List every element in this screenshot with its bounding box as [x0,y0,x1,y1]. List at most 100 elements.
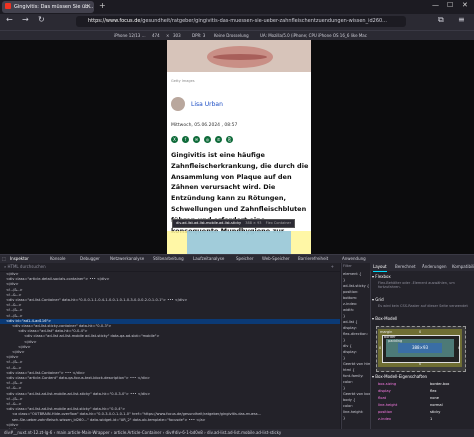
rules-filter[interactable]: Filter [343,264,352,270]
html-search-input[interactable]: ⌕ HTML durchsuchen + [0,263,340,271]
props-title: Box-Modell-Eigenschaften [375,374,428,379]
reload-icon[interactable]: ↻ [38,15,45,24]
tab-title: Gingivitis: Das müssen Sie üb… [14,4,94,10]
url-bar[interactable]: https://www.focus.de/gesundheit/ratgeber… [76,16,406,27]
box-prop-name: display [378,389,391,393]
markup-view: </div> <div class="article-detail-socials… [0,272,340,429]
extensions-icon[interactable]: ⧉ [438,15,444,25]
box-model-content[interactable]: 388×93 [398,343,442,353]
menu-icon[interactable]: ≡ [458,15,465,24]
throttle-selector[interactable]: Keine Drosselung [214,31,249,40]
share-x-icon[interactable]: X [171,136,178,143]
rule-line[interactable]: display: [343,350,357,356]
rule-line[interactable]: color: [343,404,353,410]
url-host: https://www.focus.de [88,18,141,24]
tab-computed[interactable]: Berechnet [395,263,416,271]
rule-line[interactable]: Geerbt von body [343,392,370,398]
tab-changes[interactable]: Änderungen [422,263,447,271]
margin-top-value[interactable]: 0 [419,330,421,334]
rule-line[interactable]: color: [343,380,353,386]
element-tooltip: div.ad-list.ad-list-mobile.ad-list-stick… [172,219,296,228]
new-tab-button[interactable]: + [99,1,106,10]
tab-strip: Gingivitis: Das müssen Sie üb… ✕ + — ☐ ✕ [0,0,474,14]
share-facebook-icon[interactable]: f [182,136,189,143]
tab-network[interactable]: Netzwerkanalyse [110,255,144,263]
box-prop-value: sticky [430,410,441,414]
boxmodel-title: Box-Modell [375,316,398,321]
user-agent-field[interactable]: UA: Mozilla/5.0 (iPhone; CPU iPhone OS 1… [260,31,367,40]
rule-line[interactable]: html { [343,368,355,374]
tab-layout[interactable]: Layout [373,263,387,272]
box-prop-value: flex [430,389,437,393]
grid-desc: Es wird kein CSS-Raster auf dieser Seite… [378,304,468,308]
boxmodel-section-title[interactable]: ▾ Box-Modell [372,316,397,321]
rule-line[interactable]: display: [343,326,357,332]
flexbox-section-title[interactable]: ▾ Flexbox [372,274,391,279]
rule-line[interactable]: } [343,416,345,422]
box-prop-value: none [430,396,439,400]
rule-line[interactable]: flex-direction: [343,332,368,338]
rule-line[interactable]: body { [343,398,355,404]
tab-storage[interactable]: Web-Speicher [262,255,290,263]
author-link[interactable]: Lisa Urban [191,101,223,108]
browser-tab[interactable]: Gingivitis: Das müssen Sie üb… ✕ [2,1,94,13]
margin-left-value[interactable]: 0 [379,346,381,350]
pick-element-icon[interactable]: ⬚ [2,255,6,263]
rule-line[interactable]: z-index: [343,302,357,308]
share-pinterest-icon[interactable]: ◎ [204,136,211,143]
rule-line[interactable]: } [343,356,345,362]
tab-memory[interactable]: Speicher [236,255,254,263]
author-avatar[interactable] [171,97,185,111]
box-prop-name: float [378,396,387,400]
rule-line[interactable]: position: [343,290,358,296]
add-node-icon[interactable]: + [331,263,334,271]
flexbox-title: Flexbox [375,274,391,279]
rule-line[interactable]: element { [343,272,361,278]
boxmodel-props-title[interactable]: ▾ Box-Modell-Eigenschaften [372,374,427,379]
rule-line[interactable]: } [343,278,345,284]
rule-line[interactable]: ad-list { [343,320,358,326]
forward-icon[interactable]: → [22,15,29,24]
flexbox-desc: Flex-Behälter oder -Element auswählen, u… [378,281,455,289]
share-copy-icon[interactable]: ⎘ [226,136,233,143]
devtools-toolbar: ⬚ Inspektor Konsole Debugger Netzwerkana… [0,254,474,264]
grid-section-title[interactable]: ▾ Grid [372,297,384,302]
rule-line[interactable]: line-height: [343,410,363,416]
device-selector[interactable]: iPhone 12/13 … [114,31,146,40]
rule-line[interactable]: width: [343,308,354,314]
highlight-content [187,231,291,254]
minimize-icon[interactable]: — [432,1,439,9]
dpr-selector[interactable]: DPR: 3 [192,31,205,40]
breadcrumb: div#__nuxt.nt-12.zt-lg-6 › main.article-… [0,429,474,437]
rule-line[interactable]: } [343,386,345,392]
dimension-separator: × [166,33,170,38]
share-whatsapp-icon[interactable]: ✆ [215,136,222,143]
close-window-icon[interactable]: ✕ [462,1,468,9]
back-icon[interactable]: ← [6,15,13,24]
rule-line[interactable]: } [343,314,345,320]
tooltip-size: 388 × 93 [245,221,262,225]
tab-console[interactable]: Konsole [50,255,66,263]
box-prop-value: 1 [430,417,433,421]
rule-line[interactable]: } [343,338,345,344]
margin-right-value[interactable]: 0 [458,346,460,350]
rule-line[interactable]: Geerbt von html [343,362,370,368]
tab-style-editor[interactable]: Stilbearbeitung [153,255,184,263]
tab-compatibility[interactable]: Kompatibilität [452,263,474,271]
rule-line[interactable]: div { [343,344,352,350]
tab-debugger[interactable]: Debugger [80,255,100,263]
rule-line[interactable]: font-family: [343,374,364,380]
tab-close-icon[interactable]: ✕ [86,1,91,13]
rule-line[interactable]: bottom: [343,296,357,302]
margin-bottom-value[interactable]: 0 [419,362,421,366]
tab-accessibility[interactable]: Barrierefreiheit [298,255,328,263]
tab-performance[interactable]: Laufzeitanalyse [193,255,224,263]
tooltip-selector: div.ad-list.ad-list-mobile.ad-list-stick… [176,221,242,225]
maximize-icon[interactable]: ☐ [447,1,453,9]
share-email-icon[interactable]: ✉ [193,136,200,143]
tab-application[interactable]: Anwendung [342,255,366,263]
breadcrumb-path[interactable]: div#__nuxt.nt-12.zt-lg-6 › main.article-… [4,430,281,435]
viewport-height[interactable]: 303 [173,31,181,40]
rule-line[interactable]: ad-list-sticky { [343,284,369,290]
viewport-width[interactable]: 474 [152,31,160,40]
